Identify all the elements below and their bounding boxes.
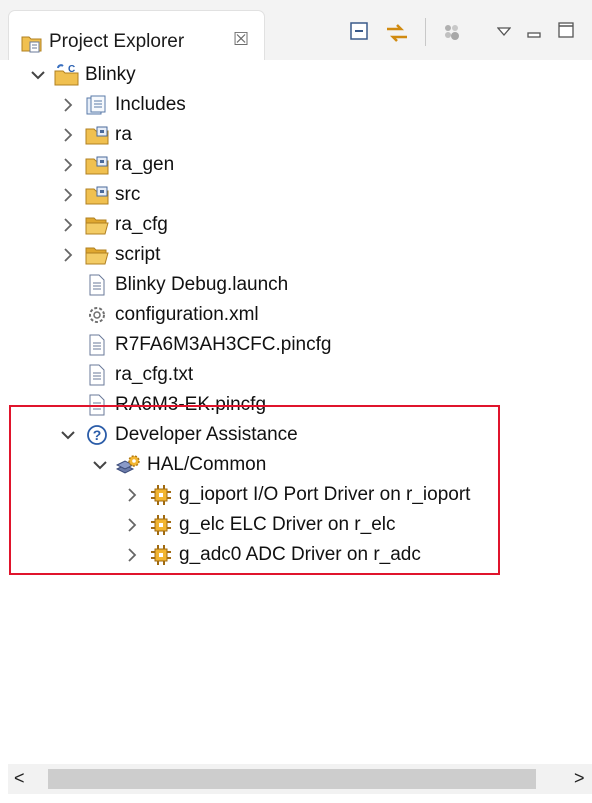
tree-item-label: R7FA6M3AH3CFC.pincfg [115, 334, 332, 355]
file-icon [84, 272, 110, 298]
horizontal-scrollbar[interactable]: < > [8, 764, 592, 794]
tree-item-developer-assistance[interactable]: ? Developer Assistance [58, 420, 298, 450]
file-icon [84, 332, 110, 358]
toolbar-separator [425, 18, 426, 46]
tree-item-label: g_ioport I/O Port Driver on r_ioport [179, 484, 471, 505]
driver-module-icon [148, 542, 174, 568]
link-with-editor-icon[interactable] [385, 22, 409, 49]
c-project-icon: C [54, 62, 80, 88]
chevron-down-icon[interactable] [58, 425, 78, 445]
tab-project-explorer[interactable]: Project Explorer ☒ [8, 10, 265, 61]
tree-item-label: Developer Assistance [115, 424, 298, 445]
tree-item-label: ra_gen [115, 154, 175, 175]
tree-item-label: ra_cfg [115, 214, 168, 235]
filter-icon[interactable] [442, 22, 462, 47]
driver-module-icon [148, 512, 174, 538]
source-folder-icon [84, 152, 110, 178]
tree-item-label: Includes [115, 94, 186, 115]
scroll-right-icon[interactable]: > [574, 768, 585, 789]
chevron-right-icon[interactable] [58, 215, 78, 235]
tree-item-label: configuration.xml [115, 304, 259, 325]
tree-item-label: g_elc ELC Driver on r_elc [179, 514, 396, 535]
tab-title: Project Explorer [49, 31, 185, 52]
tree-item-label: Blinky [85, 64, 136, 85]
tree-item-label: ra [115, 124, 132, 145]
tree-item-ra-cfg[interactable]: ra_cfg [58, 210, 168, 240]
collapse-all-icon[interactable] [350, 22, 368, 45]
tree-item-blinky-debug-launch[interactable]: Blinky Debug.launch [84, 270, 288, 300]
folder-icon [84, 242, 110, 268]
tree-item-r7fa6m3ah3cfc-pincfg[interactable]: R7FA6M3AH3CFC.pincfg [84, 330, 331, 360]
file-icon [84, 362, 110, 388]
chevron-right-icon[interactable] [122, 545, 142, 565]
chevron-down-icon[interactable] [90, 455, 110, 475]
view-tab-bar: Project Explorer ☒ [0, 0, 592, 61]
minimize-icon[interactable] [527, 26, 541, 44]
tree-item-driver[interactable]: g_ioport I/O Port Driver on r_ioport [122, 480, 470, 510]
driver-module-icon [148, 482, 174, 508]
chevron-right-icon[interactable] [122, 515, 142, 535]
scrollbar-thumb[interactable] [48, 769, 536, 789]
tree-item-label: Blinky Debug.launch [115, 274, 289, 295]
tree-item-ra-gen[interactable]: ra_gen [58, 150, 174, 180]
chevron-right-icon[interactable] [58, 155, 78, 175]
gear-file-icon [84, 302, 110, 328]
tree-item-ra[interactable]: ra [58, 120, 132, 150]
chevron-down-icon[interactable] [28, 65, 48, 85]
close-icon[interactable]: ☒ [233, 29, 249, 50]
tree-item-includes[interactable]: Includes [58, 90, 186, 120]
tree-item-label: script [115, 244, 161, 265]
tree-item-blinky[interactable]: C Blinky [28, 60, 136, 90]
file-icon [84, 392, 110, 418]
tree-item-label: ra_cfg.txt [115, 364, 194, 385]
chevron-right-icon[interactable] [58, 185, 78, 205]
project-tree[interactable]: C Blinky Includes ra ra_gen src ra_cfg s… [0, 60, 592, 803]
project-explorer-icon [21, 33, 43, 58]
chevron-right-icon[interactable] [58, 95, 78, 115]
tree-item-label: g_adc0 ADC Driver on r_adc [179, 544, 421, 565]
tree-item-ra6m3-ek-pincfg[interactable]: RA6M3-EK.pincfg [84, 390, 266, 420]
tree-item-src[interactable]: src [58, 180, 140, 210]
includes-icon [84, 92, 110, 118]
tree-item-hal-common[interactable]: HAL/Common [90, 450, 266, 480]
help-icon: ? [84, 422, 110, 448]
tree-item-ra-cfg-txt[interactable]: ra_cfg.txt [84, 360, 193, 390]
chevron-right-icon[interactable] [58, 125, 78, 145]
maximize-icon[interactable] [558, 22, 574, 43]
hal-stack-icon [116, 452, 142, 478]
view-menu-icon[interactable] [496, 24, 512, 42]
source-folder-icon [84, 182, 110, 208]
chevron-right-icon[interactable] [122, 485, 142, 505]
tree-item-configuration-xml[interactable]: configuration.xml [84, 300, 259, 330]
tree-item-label: RA6M3-EK.pincfg [115, 394, 267, 415]
source-folder-icon [84, 122, 110, 148]
scroll-left-icon[interactable]: < [14, 768, 25, 789]
tree-item-driver[interactable]: g_elc ELC Driver on r_elc [122, 510, 395, 540]
tree-item-label: src [115, 184, 141, 205]
tree-item-driver[interactable]: g_adc0 ADC Driver on r_adc [122, 540, 421, 570]
svg-text:C: C [68, 64, 75, 75]
tree-item-label: HAL/Common [147, 454, 267, 475]
tree-item-script[interactable]: script [58, 240, 160, 270]
chevron-right-icon[interactable] [58, 245, 78, 265]
folder-icon [84, 212, 110, 238]
svg-text:?: ? [93, 427, 102, 443]
